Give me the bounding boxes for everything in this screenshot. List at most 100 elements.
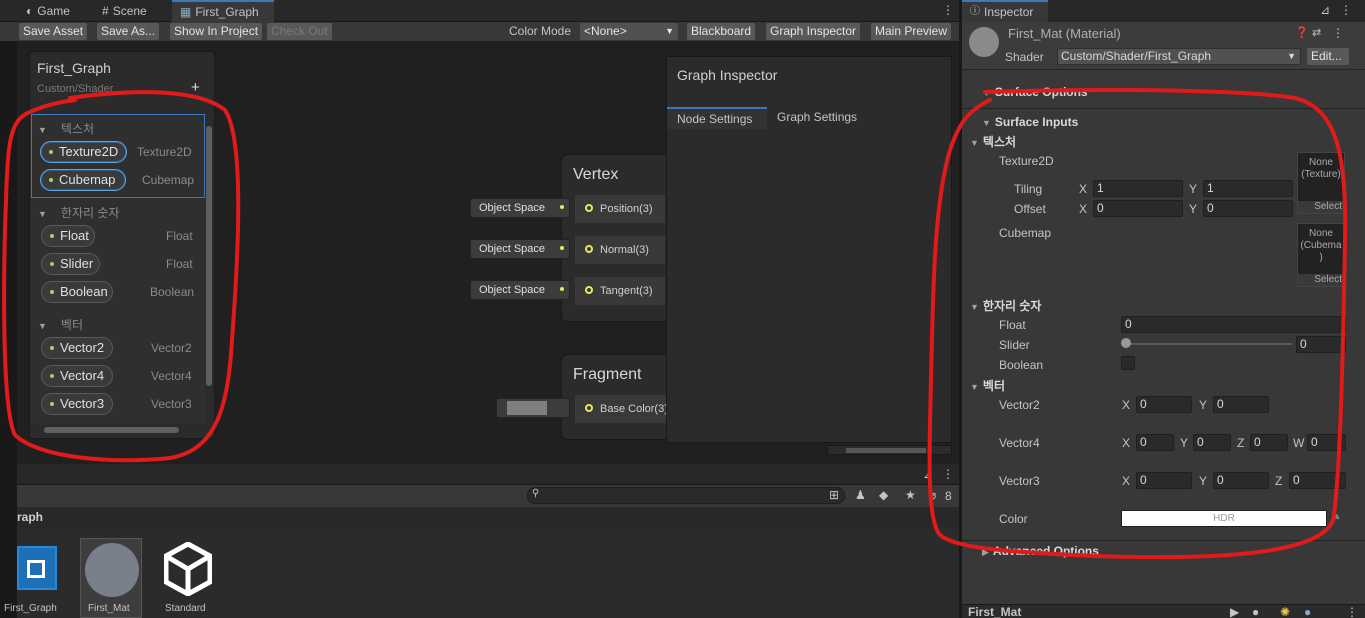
vector3-z-field[interactable]: 0 [1289,472,1346,489]
label-icon[interactable]: ◆ [879,488,888,502]
texture2d-slot[interactable]: None (Texture) Select [1297,152,1345,214]
property-vector2[interactable]: Vector2 [41,337,113,359]
property-slider[interactable]: Slider [41,253,100,275]
asset-first-mat[interactable]: First_Mat [80,538,142,618]
slider-value-field[interactable]: 0 [1296,336,1346,353]
property-vector3[interactable]: Vector3 [41,393,113,415]
blackboard-button[interactable]: Blackboard [687,23,756,40]
property-float[interactable]: Float [41,225,95,247]
vector3-x-field[interactable]: 0 [1136,472,1192,489]
x-label: X [1079,182,1088,196]
vector2-y-field[interactable]: 0 [1213,396,1269,413]
lock-icon[interactable]: ⊿ [923,467,933,481]
offset-x-field[interactable]: 0 [1093,200,1183,217]
tab-inspector[interactable]: ⓘ Inspector [962,0,1048,22]
advanced-options-header[interactable]: ▶ Advanced Options [982,544,1099,558]
eyedropper-icon[interactable]: ✎ [1331,510,1340,523]
help-icon[interactable]: ❓ [1295,26,1309,39]
boolean-checkbox[interactable] [1121,356,1135,370]
divider [962,540,1365,541]
inspector-window: ⓘ Inspector ⊿ ⋮ First_Mat (Material) ❓ ⇄ … [961,0,1365,618]
menu-icon[interactable]: ⋮ [1340,3,1352,17]
edit-shader-button[interactable]: Edit... [1307,48,1349,65]
play-icon[interactable]: ▶ [1230,605,1239,618]
asset-standard[interactable]: Standard [157,540,219,616]
show-in-project-button[interactable]: Show In Project [170,23,263,40]
vector4-w-field[interactable]: 0 [1307,434,1346,451]
lock-icon[interactable]: ⊿ [1320,3,1330,17]
vector4-x-field[interactable]: 0 [1136,434,1174,451]
number-section-header[interactable]: ▼ 한자리 숫자 [970,297,1041,314]
asset-first-graph[interactable]: First_Graph [4,540,72,616]
property-boolean[interactable]: Boolean [41,281,113,303]
tab-menu-icon[interactable]: ⋮ [942,3,954,17]
horizontal-scrollbar[interactable] [34,425,204,435]
tab-scene[interactable]: # Scene [94,0,155,22]
surface-inputs-header[interactable]: ▼ Surface Inputs [982,115,1078,129]
main-preview-button[interactable]: Main Preview [871,23,952,40]
color-field[interactable]: HDR [1121,510,1327,527]
eye-icon[interactable]: ⌀ [929,488,936,502]
select-button[interactable]: Select [1298,274,1344,286]
blackboard-section-header[interactable]: ▼ 한자리 숫자 [38,204,119,221]
tab-graph-settings[interactable]: Graph Settings [767,109,877,129]
save-as-button[interactable]: Save As... [97,23,160,40]
tab-node-settings[interactable]: Node Settings [667,107,767,129]
graph-inspector-button[interactable]: Graph Inspector [766,23,861,40]
add-property-button[interactable]: + [191,79,200,96]
check-out-button[interactable]: Check Out [267,23,332,40]
vertical-scrollbar[interactable] [205,122,213,422]
port-tangent[interactable]: Tangent(3) [575,277,665,305]
menu-icon[interactable]: ⋮ [942,467,954,481]
blackboard-section-header[interactable]: ▼ 텍스처 [38,120,94,137]
tab-first-graph[interactable]: ▦ First_Graph [172,0,274,22]
save-asset-button[interactable]: Save Asset [19,23,88,40]
offset-y-field[interactable]: 0 [1203,200,1293,217]
tab-game[interactable]: ◐ Game [18,0,78,22]
tiling-x-field[interactable]: 1 [1093,180,1183,197]
object-space-input[interactable]: Object Space [470,198,570,218]
port-base-color[interactable]: Base Color(3) [575,395,675,423]
select-button[interactable]: Select [1298,201,1344,213]
more-icon[interactable]: ⋮ [1332,26,1344,40]
connector-dot [560,287,564,291]
vector3-y-field[interactable]: 0 [1213,472,1269,489]
star-icon[interactable]: ★ [905,488,916,502]
light-icon[interactable]: ✺ [1280,605,1290,618]
surface-options-header[interactable]: ▼ Surface Options [982,85,1088,99]
offset-label: Offset [1014,202,1046,216]
menu-icon[interactable]: ⋮ [1346,605,1358,618]
slider-handle[interactable] [1121,338,1131,348]
vector2-x-field[interactable]: 0 [1136,396,1192,413]
tiling-y-field[interactable]: 1 [1203,180,1293,197]
material-name: First_Mat (Material) [1008,26,1121,41]
float-field[interactable]: 0 [1121,316,1346,333]
project-search-input[interactable]: ⚲ [527,487,845,504]
property-texture2d[interactable]: Texture2D [40,141,127,163]
preset-icon[interactable]: ⇄ [1312,26,1321,39]
vector4-z-field[interactable]: 0 [1250,434,1288,451]
settings-icon[interactable]: ● [1304,605,1311,618]
slider-track[interactable] [1126,343,1292,345]
property-type: Boolean [150,285,195,299]
triangle-down-icon: ▼ [970,382,979,392]
shader-dropdown[interactable]: Custom/Shader/First_Graph ▼ [1057,48,1301,65]
cubemap-slot[interactable]: None (Cubema ) Select [1297,223,1345,287]
color-mode-dropdown[interactable]: <None> ▼ [580,23,678,40]
w-label: W [1293,436,1305,450]
sphere-icon[interactable]: ● [1252,605,1259,618]
property-cubemap[interactable]: Cubemap [40,169,126,191]
blackboard-section-header[interactable]: ▼ 벡터 [38,316,83,333]
type-icon[interactable]: ♟ [855,488,866,502]
port-position[interactable]: Position(3) [575,195,665,223]
property-vector4[interactable]: Vector4 [41,365,113,387]
base-color-swatch[interactable] [496,398,570,418]
vector4-y-field[interactable]: 0 [1193,434,1231,451]
texture-section-header[interactable]: ▼ 텍스처 [970,133,1016,150]
object-space-input[interactable]: Object Space [470,239,570,259]
object-space-input[interactable]: Object Space [470,280,570,300]
graph-scrollbar[interactable] [827,445,952,455]
port-normal[interactable]: Normal(3) [575,236,665,264]
filter-icon[interactable]: ⊞ [829,488,839,502]
vector-section-header[interactable]: ▼ 벡터 [970,377,1005,394]
